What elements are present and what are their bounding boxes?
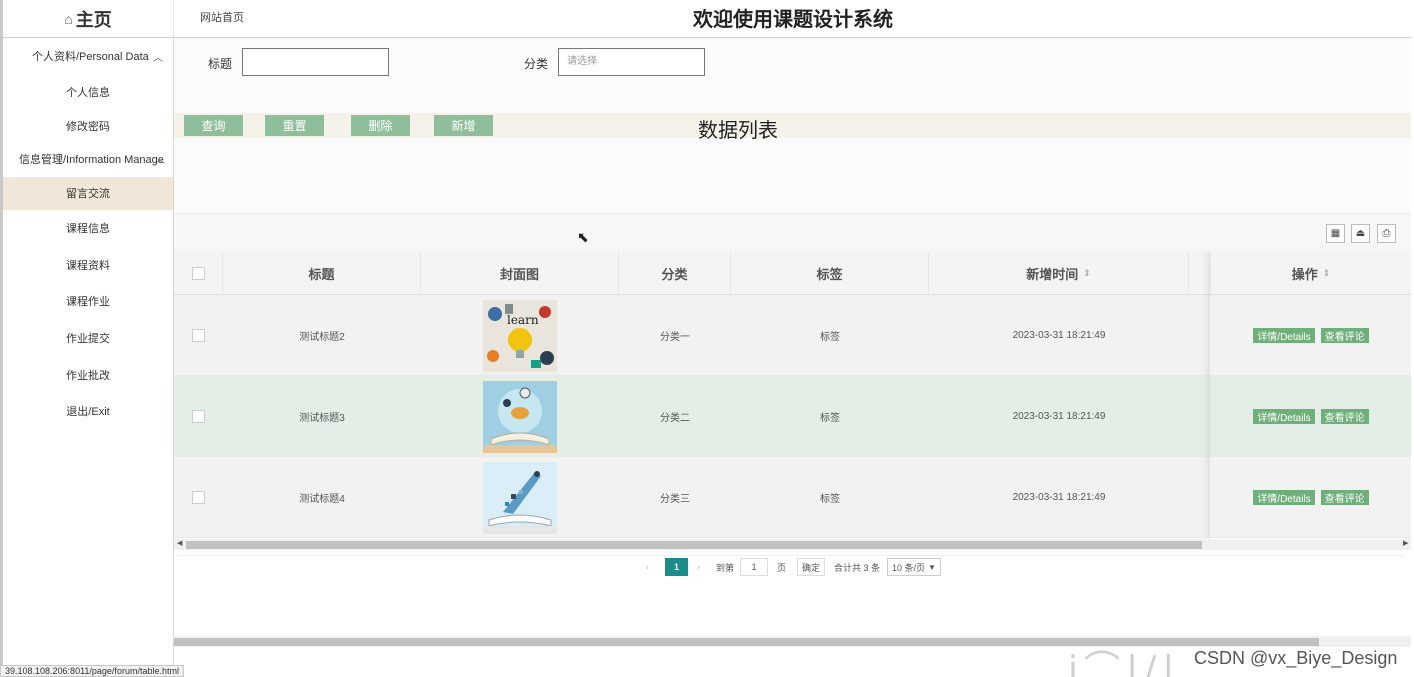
data-table: 标题 封面图 分类 标签 新增时间 ⇕ 操作 ⇕ 测试标题2 learn 分类一…	[174, 251, 1411, 539]
add-button[interactable]: 新增	[434, 115, 493, 136]
fixed-actions-column-shadow	[1210, 251, 1411, 539]
chevron-up-icon: ︿	[155, 155, 165, 167]
col-header-category: 分类	[619, 251, 731, 295]
sort-icon[interactable]: ⇕	[1083, 268, 1091, 279]
col-header-tag: 标签	[731, 251, 929, 295]
cell-cover	[421, 457, 619, 538]
row-checkbox[interactable]	[192, 329, 205, 342]
category-select[interactable]: 请选择	[558, 48, 705, 76]
scrollbar-thumb[interactable]	[186, 541, 1202, 549]
sidebar-item-homework[interactable]: 课程作业	[3, 283, 173, 320]
cell-category: 分类三	[660, 494, 690, 505]
table-horizontal-scrollbar[interactable]: ◀ ▶	[174, 539, 1411, 550]
goto-page-input[interactable]: 1	[740, 558, 768, 576]
chevron-up-icon: ︿	[153, 52, 163, 64]
home-label: 主页	[75, 9, 112, 30]
sidebar-item-grading[interactable]: 作业批改	[3, 356, 173, 393]
sidebar-item-profile[interactable]: 个人信息	[3, 74, 173, 111]
sidebar: 个人资料/Personal Data ︿ 个人信息 修改密码 信息管理/Info…	[3, 38, 174, 677]
query-button[interactable]: 查询	[184, 115, 243, 136]
cell-time: 2023-03-31 18:21:49	[1012, 411, 1106, 422]
watermark-text: CSDN @vx_Biye_Design	[1194, 648, 1398, 668]
export-icon[interactable]: ⏏	[1351, 224, 1370, 243]
cell-title: 测试标题2	[299, 332, 345, 343]
chevron-down-icon: ▼	[928, 562, 936, 572]
table-toolbar: ⬉ ▦ ⏏ ⎙	[174, 213, 1411, 251]
sidebar-item-messages[interactable]: 留言交流	[3, 176, 173, 210]
svg-text:learn: learn	[507, 313, 539, 327]
top-header: ⌂ 主页 网站首页 欢迎使用课题设计系统	[3, 0, 1411, 38]
cover-image-learn[interactable]: learn	[483, 299, 557, 372]
cell-category: 分类一	[660, 332, 690, 343]
cell-cover: learn	[421, 295, 619, 376]
col-header-title: 标题	[223, 251, 421, 295]
page-size-select[interactable]: 10 条/页 ▼	[887, 558, 941, 576]
print-icon[interactable]: ⎙	[1377, 224, 1396, 243]
category-filter-label: 分类	[524, 57, 549, 71]
select-all-cell	[174, 251, 223, 295]
cell-tag: 标签	[820, 413, 840, 424]
menu-group-label: 个人资料/Personal Data	[32, 51, 149, 63]
cover-image-book[interactable]	[483, 380, 557, 453]
cell-title: 测试标题3	[299, 413, 345, 424]
app: ⌂ 主页 网站首页 欢迎使用课题设计系统 个人资料/Personal Data …	[0, 0, 1414, 677]
system-title: 欢迎使用课题设计系统	[693, 9, 893, 31]
cell-tag: 标签	[820, 494, 840, 505]
home-link[interactable]: ⌂ 主页	[3, 0, 174, 37]
page-unit-label: 页	[777, 562, 787, 573]
cell-time: 2023-03-31 18:21:49	[1012, 492, 1106, 503]
row-checkbox-cell	[174, 457, 223, 538]
menu-group-info[interactable]: 信息管理/Information Manage ︿	[3, 141, 173, 177]
sidebar-item-password[interactable]: 修改密码	[3, 111, 173, 141]
next-page-icon[interactable]: ›	[697, 558, 700, 576]
title-filter-label: 标题	[208, 57, 233, 71]
select-all-checkbox[interactable]	[191, 266, 205, 280]
mouse-cursor-icon: ⬉	[577, 229, 589, 245]
cover-image-open-book[interactable]	[483, 461, 557, 534]
pagination: ‹ 1 › 到第 1 页 确定 合计共 3 条 10 条/页 ▼	[178, 555, 1404, 577]
col-header-cover: 封面图	[421, 251, 619, 295]
goto-label: 到第	[716, 562, 735, 573]
col-header-spacer	[1189, 251, 1211, 295]
row-checkbox-cell	[174, 376, 223, 457]
cell-category: 分类二	[660, 413, 690, 424]
total-count: 合计共 3 条	[834, 562, 881, 573]
col-header-time[interactable]: 新增时间 ⇕	[929, 251, 1189, 295]
sidebar-item-courses[interactable]: 课程信息	[3, 210, 173, 247]
sidebar-item-exit[interactable]: 退出/Exit	[3, 393, 173, 430]
menu-group-personal[interactable]: 个人资料/Personal Data ︿	[3, 38, 173, 74]
row-checkbox-cell	[174, 295, 223, 376]
cell-cover	[421, 376, 619, 457]
menu-group-label: 信息管理/Information Manage	[19, 153, 164, 166]
reset-button[interactable]: 重置	[265, 115, 324, 136]
cell-time: 2023-03-31 18:21:49	[1012, 330, 1106, 341]
sidebar-item-submissions[interactable]: 作业提交	[3, 320, 173, 357]
columns-icon[interactable]: ▦	[1326, 224, 1345, 243]
watermark-decoration: i⌒|/|	[1068, 649, 1181, 677]
page-horizontal-scrollbar[interactable]	[174, 636, 1411, 647]
goto-confirm-button[interactable]: 确定	[797, 558, 826, 576]
sidebar-item-materials[interactable]: 课程资料	[3, 246, 173, 283]
site-home-link[interactable]: 网站首页	[200, 9, 244, 25]
delete-button[interactable]: 删除	[351, 115, 410, 136]
cell-title: 测试标题4	[299, 494, 345, 505]
title-filter-input[interactable]	[242, 48, 389, 76]
prev-page-icon[interactable]: ‹	[646, 558, 649, 576]
status-bar-url: 39.108.108.206:8011/page/forum/table.htm…	[0, 665, 184, 677]
scroll-left-icon[interactable]: ◀	[177, 539, 182, 547]
home-icon: ⌂	[64, 10, 73, 27]
scroll-right-icon[interactable]: ▶	[1403, 539, 1408, 547]
cell-tag: 标签	[820, 332, 840, 343]
row-checkbox[interactable]	[192, 491, 205, 504]
page-number-current[interactable]: 1	[665, 558, 688, 576]
filter-panel: 标题 分类 请选择 查询 重置 删除 新增 数据列表	[174, 38, 1411, 213]
row-checkbox[interactable]	[192, 410, 205, 423]
data-list-title: 数据列表	[698, 120, 778, 142]
